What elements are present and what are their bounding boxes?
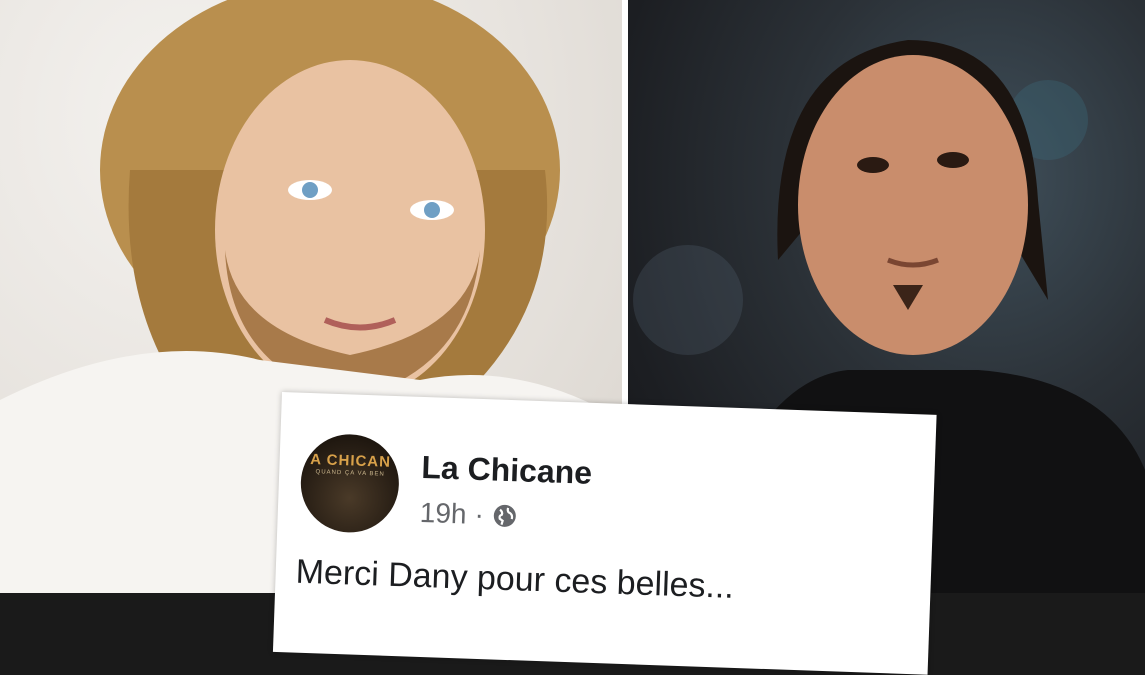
- avatar-logo-text: A CHICAN: [309, 451, 392, 471]
- globe-icon[interactable]: [491, 502, 518, 529]
- post-timestamp[interactable]: 19h: [419, 497, 467, 531]
- page-name-link[interactable]: La Chicane: [421, 449, 593, 492]
- post-body-text: Merci Dany pour ces belles...: [295, 552, 735, 606]
- post-meta: 19h ·: [419, 497, 518, 532]
- facebook-post-card: A CHICAN QUAND ÇA VA BEN La Chicane 19h …: [272, 392, 937, 675]
- page-avatar[interactable]: A CHICAN QUAND ÇA VA BEN: [299, 432, 401, 535]
- meta-separator: ·: [474, 498, 485, 531]
